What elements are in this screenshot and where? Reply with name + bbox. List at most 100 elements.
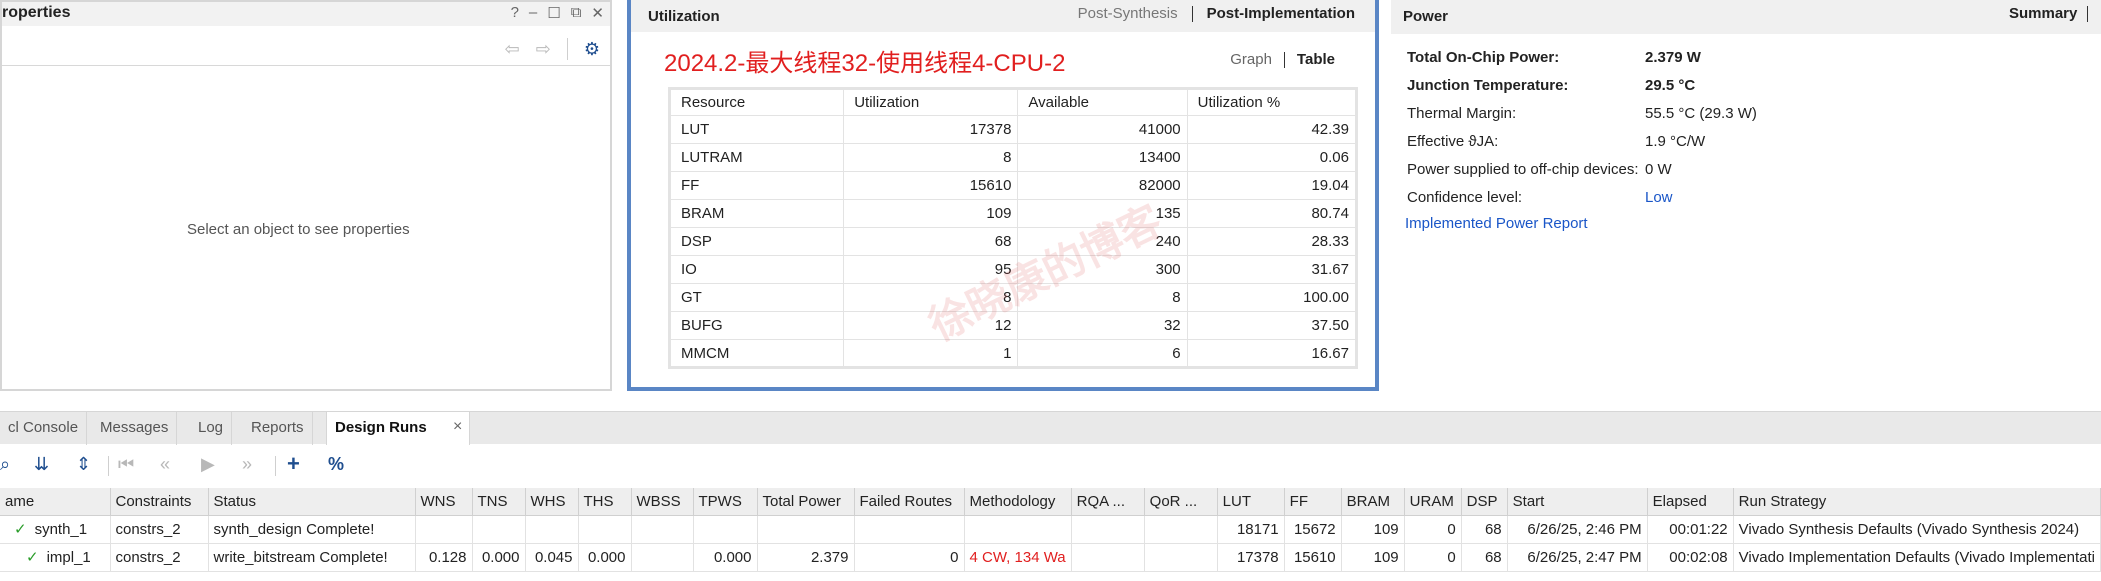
table-cell: constrs_2 bbox=[110, 515, 209, 544]
table-row[interactable]: DSP 68 240 28.33 bbox=[668, 227, 1358, 256]
table-row[interactable]: BUFG 12 32 37.50 bbox=[668, 311, 1358, 340]
table-header-row: ame Constraints Status WNS TNS WHS THS WBSS TPWS… bbox=[0, 488, 2101, 516]
close-tab-icon[interactable]: × bbox=[453, 418, 462, 436]
table-cell bbox=[415, 515, 473, 544]
table-row[interactable]: FF 15610 82000 19.04 bbox=[668, 171, 1358, 200]
column-header[interactable]: Utilization bbox=[843, 88, 1019, 116]
utilization-table: Resource Utilization Available Utilizati… bbox=[668, 87, 1358, 369]
table-row[interactable]: ✓ synth_1 constrs_2 synth_design Complete! 1… bbox=[0, 515, 2101, 544]
column-header[interactable]: Methodology bbox=[964, 488, 1072, 516]
tab-messages[interactable]: Messages bbox=[92, 412, 178, 445]
table-cell: 300 bbox=[1017, 255, 1188, 284]
column-header[interactable]: THS bbox=[578, 488, 632, 516]
expand-all-icon[interactable]: ⇕ bbox=[76, 454, 91, 475]
table-row[interactable]: GT 8 8 100.00 bbox=[668, 283, 1358, 312]
table-cell bbox=[525, 515, 579, 544]
resource-name: MMCM bbox=[668, 339, 845, 368]
table-cell: 31.67 bbox=[1186, 255, 1358, 284]
utilization-header: Utilization Post-Synthesis Post-Implemen… bbox=[631, 0, 1375, 32]
column-header[interactable]: Elapsed bbox=[1647, 488, 1734, 516]
tab-design-runs[interactable]: Design Runs bbox=[326, 412, 470, 445]
tab-reports[interactable]: Reports bbox=[243, 412, 313, 445]
properties-panel: roperties ? – ☐ ⧉ ✕ ⇦ ⇨ ⚙ Select an obje… bbox=[0, 0, 612, 391]
column-header[interactable]: ame bbox=[0, 488, 111, 516]
power-label: Effective ϑJA: bbox=[1407, 133, 1499, 150]
power-value: 1.9 °C/W bbox=[1645, 133, 1706, 150]
table-cell: 28.33 bbox=[1186, 227, 1358, 256]
table-header-row: Resource Utilization Available Utilizati… bbox=[668, 88, 1358, 116]
tab-table[interactable]: Table bbox=[1297, 51, 1335, 68]
column-header[interactable]: QoR ... bbox=[1144, 488, 1218, 516]
design-runs-toolbar: ⌕ ⇊ ⇕ ⏮ « ▶ » + % bbox=[0, 448, 2101, 482]
column-header[interactable]: WNS bbox=[415, 488, 473, 516]
restore-icon[interactable]: ☐ bbox=[547, 4, 560, 22]
tab-post-implementation[interactable]: Post-Implementation bbox=[1207, 5, 1355, 22]
power-label: Confidence level: bbox=[1407, 189, 1523, 206]
table-row[interactable]: LUT 17378 41000 42.39 bbox=[668, 115, 1358, 144]
power-value: 0 W bbox=[1645, 161, 1672, 178]
add-run-icon[interactable]: + bbox=[287, 451, 300, 477]
first-icon[interactable]: ⏮ bbox=[118, 454, 134, 475]
gear-icon[interactable]: ⚙ bbox=[584, 39, 600, 60]
table-cell: constrs_2 bbox=[110, 543, 209, 572]
power-header: Power Summary bbox=[1391, 0, 2101, 34]
forward-arrow-icon[interactable]: ⇨ bbox=[536, 39, 551, 60]
close-icon[interactable]: ✕ bbox=[591, 4, 604, 22]
design-runs-table: ame Constraints Status WNS TNS WHS THS WBSS TPWS… bbox=[0, 488, 2101, 572]
column-header[interactable]: TPWS bbox=[693, 488, 758, 516]
table-cell: 0.045 bbox=[525, 543, 579, 572]
column-header[interactable]: WBSS bbox=[631, 488, 694, 516]
percent-icon[interactable]: % bbox=[328, 454, 344, 475]
column-header[interactable]: DSP bbox=[1461, 488, 1508, 516]
column-header[interactable]: TNS bbox=[472, 488, 526, 516]
float-icon[interactable]: ⧉ bbox=[571, 4, 582, 22]
tab-log[interactable]: Log bbox=[190, 412, 233, 445]
check-icon: ✓ bbox=[14, 521, 27, 538]
table-cell: 15672 bbox=[1284, 515, 1342, 544]
implemented-power-report-link[interactable]: Implemented Power Report bbox=[1405, 215, 1588, 232]
column-header[interactable]: Utilization % bbox=[1186, 88, 1358, 116]
table-cell: Vivado Implementation Defaults (Vivado I… bbox=[1733, 543, 2101, 572]
power-value: 55.5 °C (29.3 W) bbox=[1645, 105, 1757, 122]
table-cell bbox=[631, 515, 694, 544]
column-header[interactable]: LUT bbox=[1217, 488, 1285, 516]
column-header[interactable]: Resource bbox=[668, 88, 845, 116]
collapse-all-icon[interactable]: ⇊ bbox=[34, 454, 49, 475]
table-row[interactable]: IO 95 300 31.67 bbox=[668, 255, 1358, 284]
column-header[interactable]: BRAM bbox=[1341, 488, 1405, 516]
search-icon[interactable]: ⌕ bbox=[0, 454, 10, 475]
table-row[interactable]: ✓ impl_1 constrs_2 write_bitstream Complete… bbox=[0, 543, 2101, 572]
next-icon[interactable]: » bbox=[242, 454, 252, 475]
run-icon[interactable]: ▶ bbox=[201, 454, 215, 475]
help-icon[interactable]: ? bbox=[511, 4, 519, 22]
previous-icon[interactable]: « bbox=[160, 454, 170, 475]
table-row[interactable]: MMCM 1 6 16.67 bbox=[668, 339, 1358, 368]
tab-graph[interactable]: Graph bbox=[1230, 51, 1272, 68]
table-row[interactable]: BRAM 109 135 80.74 bbox=[668, 199, 1358, 228]
column-header[interactable]: Constraints bbox=[110, 488, 209, 516]
column-header[interactable]: Status bbox=[208, 488, 416, 516]
column-header[interactable]: RQA ... bbox=[1071, 488, 1145, 516]
tab-post-synthesis[interactable]: Post-Synthesis bbox=[1078, 5, 1178, 22]
power-label: Thermal Margin: bbox=[1407, 105, 1517, 122]
column-header[interactable]: FF bbox=[1284, 488, 1342, 516]
confidence-level-link[interactable]: Low bbox=[1645, 189, 1673, 206]
column-header[interactable]: Failed Routes bbox=[854, 488, 965, 516]
table-cell: 4 CW, 134 Wa bbox=[964, 543, 1072, 572]
table-cell: 16.67 bbox=[1186, 339, 1358, 368]
back-arrow-icon[interactable]: ⇦ bbox=[505, 39, 520, 60]
column-header[interactable]: Start bbox=[1507, 488, 1648, 516]
column-header[interactable]: URAM bbox=[1404, 488, 1462, 516]
check-icon: ✓ bbox=[26, 549, 39, 566]
column-header[interactable]: Run Strategy bbox=[1733, 488, 2101, 516]
tab-tcl-console[interactable]: cl Console bbox=[0, 412, 88, 445]
column-header[interactable]: Total Power bbox=[757, 488, 855, 516]
tab-summary[interactable]: Summary bbox=[2009, 5, 2077, 22]
table-cell bbox=[1071, 515, 1145, 544]
table-cell: 109 bbox=[1341, 515, 1405, 544]
column-header[interactable]: WHS bbox=[525, 488, 579, 516]
table-row[interactable]: LUTRAM 8 13400 0.06 bbox=[668, 143, 1358, 172]
minimize-icon[interactable]: – bbox=[529, 4, 537, 22]
column-header[interactable]: Available bbox=[1017, 88, 1188, 116]
